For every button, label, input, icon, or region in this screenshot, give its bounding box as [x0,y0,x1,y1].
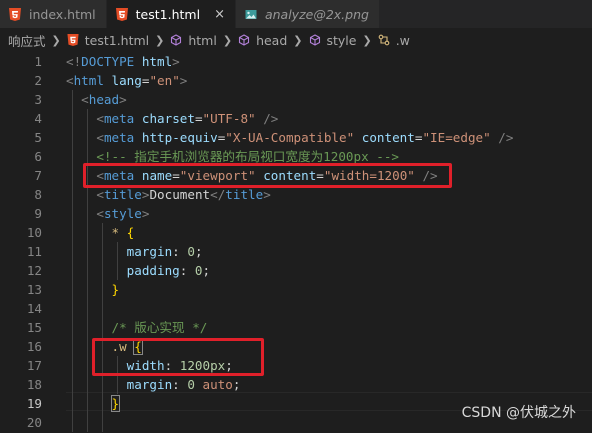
cube-icon [309,34,320,46]
line-number: 11 [26,244,42,259]
breadcrumb-selector[interactable]: .w [396,33,410,48]
line-number: 10 [26,225,42,240]
html5-icon [115,7,128,21]
cube-icon [171,34,182,46]
code-line: margin: 0 auto; [126,377,241,392]
code-line: margin: 0; [126,244,203,259]
line-number: 17 [26,358,42,373]
line-number: 7 [34,168,42,183]
tab-label: test1.html [135,6,201,22]
code-line: <meta http-equiv="X-UA-Compatible" conte… [96,130,514,145]
line-number: 3 [34,92,42,107]
chevron-right-icon: ❯ [155,33,165,47]
line-number: 1 [34,54,42,69]
watermark: CSDN @伏城之外 [461,405,576,421]
tab-index-html[interactable]: index.html [0,0,107,28]
line-number: 18 [26,377,42,392]
html5-icon [9,7,21,21]
line-number: 9 [34,206,42,221]
code-line: <!DOCTYPE html> [66,54,180,69]
breadcrumb-folder[interactable]: 响应式 [8,31,46,50]
line-number: 4 [34,111,42,126]
line-number: 6 [34,149,42,164]
chevron-right-icon: ❯ [51,33,61,47]
code-line: <style> [96,206,150,221]
line-number: 8 [34,187,42,202]
chevron-right-icon: ❯ [362,33,372,47]
line-number: 15 [26,320,42,335]
matched-bracket: } [110,395,121,412]
tab-bar: index.html test1.html × analyze@2x.png [0,0,592,28]
code-line: padding: 0; [126,263,211,278]
close-icon[interactable]: × [214,7,225,22]
code-line: <meta charset="UTF-8" /> [96,111,279,126]
breadcrumb-html[interactable]: html [188,33,216,48]
tab-label: index.html [29,6,96,22]
code-editor[interactable]: 1 2 3 4 5 6 7 8 9 10 11 12 13 14 15 16 1… [0,52,592,433]
css-selector-icon [378,34,390,46]
chevron-right-icon: ❯ [222,33,233,47]
html5-icon [67,34,79,46]
line-number: 2 [34,73,42,88]
breadcrumb-head[interactable]: head [256,33,287,48]
line-number: 16 [26,339,42,354]
line-number: 5 [34,130,42,145]
code-line: * { [111,225,135,240]
line-number: 12 [26,263,42,278]
breadcrumb-style[interactable]: style [327,33,357,48]
line-number-gutter: 1 2 3 4 5 6 7 8 9 10 11 12 13 14 15 16 1… [0,52,48,432]
line-number: 19 [26,396,42,411]
line-number: 13 [26,282,42,297]
code-line: } [111,282,120,297]
line-number: 14 [26,301,42,316]
chevron-right-icon: ❯ [293,33,303,47]
tab-label: analyze@2x.png [264,6,369,22]
tab-test1-html[interactable]: test1.html × [106,0,236,28]
breadcrumb-file[interactable]: test1.html [85,33,149,48]
code-line: <html lang="en"> [66,73,188,88]
line-number: 20 [26,415,42,430]
image-icon [245,9,257,19]
highlight-box-width [92,338,264,376]
cube-icon [239,34,250,46]
breadcrumb: 响应式 ❯ test1.html ❯ html ❯ head ❯ style ❯… [0,28,592,52]
code-line: <head> [81,92,127,107]
code-line: /* 版心实现 */ [111,320,208,335]
highlight-box-viewport [83,163,452,188]
tab-analyze-png[interactable]: analyze@2x.png [235,0,380,28]
